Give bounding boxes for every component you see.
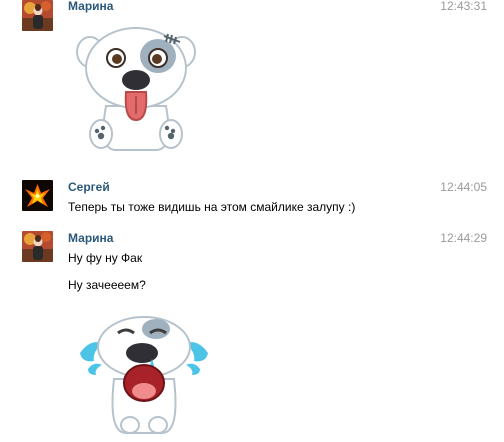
author-name[interactable]: Марина [68,231,113,245]
message: Сергей 12:44:05 Теперь ты тоже видишь на… [0,180,504,220]
crying-dog-sticker [74,309,214,442]
timestamp[interactable]: 12:44:05 [440,180,487,194]
message-text: Ну фу ну Фак [68,251,143,265]
avatar[interactable] [22,231,53,262]
message-text: Ну зачеееем? [68,278,146,292]
avatar[interactable] [22,0,53,31]
message-text: Теперь ты тоже видишь на этом смайлике з… [68,200,356,214]
author-name[interactable]: Сергей [68,180,110,194]
timestamp[interactable]: 12:43:31 [440,0,487,13]
message: Марина 12:44:29 Ну фу ну Фак Ну зачеееем… [0,231,504,439]
author-name[interactable]: Марина [68,0,113,13]
avatar[interactable] [22,180,53,211]
timestamp[interactable]: 12:44:29 [440,231,487,245]
happy-dog-sticker [76,22,196,157]
message: Марина 12:43:31 [0,0,504,160]
